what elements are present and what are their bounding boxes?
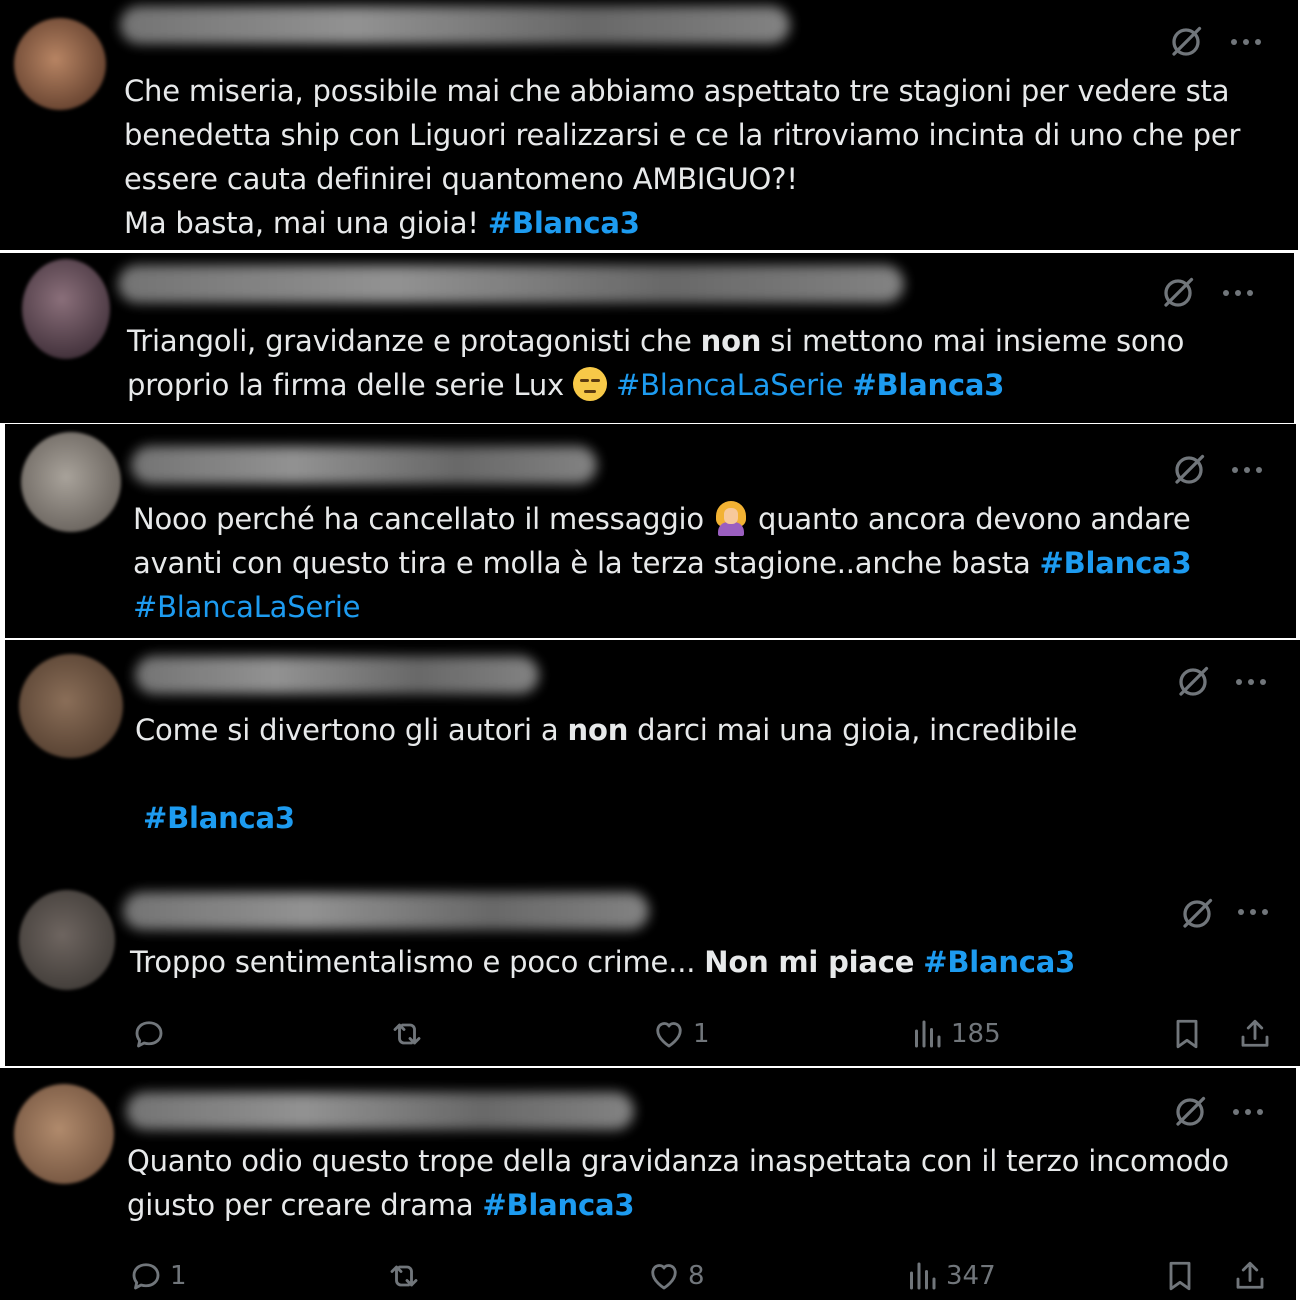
avatar[interactable] (21, 432, 121, 532)
tweet-text-part: Quanto odio questo trope della gravidanz… (127, 1144, 1229, 1222)
like-icon (651, 1016, 687, 1052)
like-button[interactable]: 8 (646, 1256, 705, 1296)
tweet-text-part: Che miseria, possibile mai che abbiamo a… (124, 74, 1241, 196)
share-icon (1237, 1016, 1273, 1052)
more-icon[interactable] (1229, 464, 1265, 476)
tweet-text-part: Nooo perché ha cancellato il messaggio (133, 502, 713, 536)
more-icon[interactable] (1220, 287, 1256, 299)
like-count: 8 (688, 1261, 705, 1291)
tweet-text-part: Triangoli, gravidanze e protagonisti che (127, 324, 701, 358)
tweet-card[interactable]: Che miseria, possibile mai che abbiamo a… (0, 0, 1298, 250)
bookmark-icon (1169, 1016, 1205, 1052)
author-name[interactable] (120, 6, 790, 44)
grok-icon[interactable] (1160, 275, 1196, 311)
tweet-text: Quanto odio questo trope della gravidanz… (127, 1139, 1257, 1227)
tweet-text: Che miseria, possibile mai che abbiamo a… (124, 69, 1274, 245)
share-button[interactable] (1237, 1014, 1273, 1054)
share-button[interactable] (1232, 1256, 1268, 1296)
author-name[interactable] (131, 446, 597, 484)
tweet-text: Triangoli, gravidanze e protagonisti che… (127, 319, 1257, 407)
reply-button[interactable] (131, 1014, 173, 1054)
woman-facepalming-icon (713, 500, 749, 536)
tweet-card[interactable]: Come si divertono gli autori a non darci… (5, 640, 1300, 876)
tweet-text: Troppo sentimentalismo e poco crime... N… (130, 940, 1260, 984)
tweet-text-bold: non (567, 713, 629, 747)
avatar[interactable] (22, 259, 110, 359)
tweet-text: #Blanca3 (143, 796, 543, 840)
tweet-text-part: Come si divertono gli autori a (135, 713, 568, 747)
tweet-text-bold: Non mi piace (704, 945, 915, 979)
tweet-card[interactable]: Quanto odio questo trope della gravidanz… (0, 1068, 1296, 1300)
more-icon[interactable] (1233, 676, 1269, 688)
like-button[interactable]: 1 (651, 1014, 710, 1054)
avatar[interactable] (19, 890, 115, 990)
avatar[interactable] (14, 1084, 114, 1184)
tweet-card[interactable]: Nooo perché ha cancellato il messaggio q… (5, 424, 1296, 638)
grok-icon[interactable] (1175, 664, 1211, 700)
tweet-text: Nooo perché ha cancellato il messaggio q… (133, 497, 1273, 629)
retweet-button[interactable] (389, 1014, 431, 1054)
grok-icon[interactable] (1172, 1094, 1208, 1130)
tweet-text-part: Troppo sentimentalismo e poco crime... (130, 945, 705, 979)
views-count: 185 (951, 1019, 1001, 1049)
tweet-text-part: Ma basta, mai una gioia! (124, 206, 488, 240)
author-name[interactable] (126, 1092, 634, 1130)
author-name[interactable] (135, 656, 539, 694)
tweet-actions: 1 185 (5, 1014, 1300, 1054)
bookmark-icon (1162, 1258, 1198, 1294)
avatar[interactable] (19, 654, 123, 758)
more-icon[interactable] (1228, 36, 1264, 48)
hashtag-link[interactable]: #Blanca3 (482, 1188, 634, 1222)
reply-icon (128, 1258, 164, 1294)
views-icon (904, 1258, 940, 1294)
unamused-face-icon (572, 367, 607, 401)
grok-icon[interactable] (1168, 24, 1204, 60)
hashtag-link[interactable]: #Blanca3 (488, 206, 640, 240)
more-icon[interactable] (1230, 1106, 1266, 1118)
hashtag-link[interactable]: #BlancaLaSerie (133, 590, 361, 624)
tweet-card[interactable]: Triangoli, gravidanze e protagonisti che… (0, 253, 1294, 423)
grok-icon[interactable] (1171, 452, 1207, 488)
tweet-actions: 1 8 347 (0, 1256, 1296, 1296)
hashtag-link[interactable]: #Blanca3 (923, 945, 1075, 979)
reply-button[interactable]: 1 (128, 1256, 187, 1296)
author-name[interactable] (123, 892, 649, 930)
bookmark-button[interactable] (1162, 1256, 1198, 1296)
retweet-button[interactable] (386, 1256, 428, 1296)
share-icon (1232, 1258, 1268, 1294)
author-name[interactable] (118, 265, 904, 303)
avatar[interactable] (14, 18, 106, 110)
more-icon[interactable] (1235, 906, 1271, 918)
views-icon (909, 1016, 945, 1052)
reply-count: 1 (170, 1261, 187, 1291)
retweet-icon (386, 1258, 422, 1294)
hashtag-link[interactable]: #Blanca3 (143, 801, 295, 835)
hashtag-link[interactable]: #BlancaLaSerie (616, 368, 844, 402)
views-button[interactable]: 185 (909, 1014, 1001, 1054)
like-icon (646, 1258, 682, 1294)
hashtag-link[interactable]: #Blanca3 (852, 368, 1004, 402)
views-count: 347 (946, 1261, 996, 1291)
like-count: 1 (693, 1019, 710, 1049)
retweet-icon (389, 1016, 425, 1052)
hashtag-link[interactable]: #Blanca3 (1040, 546, 1192, 580)
grok-icon[interactable] (1179, 896, 1215, 932)
tweet-text: Come si divertono gli autori a non darci… (135, 708, 1265, 752)
bookmark-button[interactable] (1169, 1014, 1205, 1054)
views-button[interactable]: 347 (904, 1256, 996, 1296)
tweet-text-part: darci mai una gioia, incredibile (628, 713, 1078, 747)
tweet-text-bold: non (700, 324, 762, 358)
tweet-card[interactable]: Troppo sentimentalismo e poco crime... N… (5, 876, 1300, 1066)
reply-icon (131, 1016, 167, 1052)
